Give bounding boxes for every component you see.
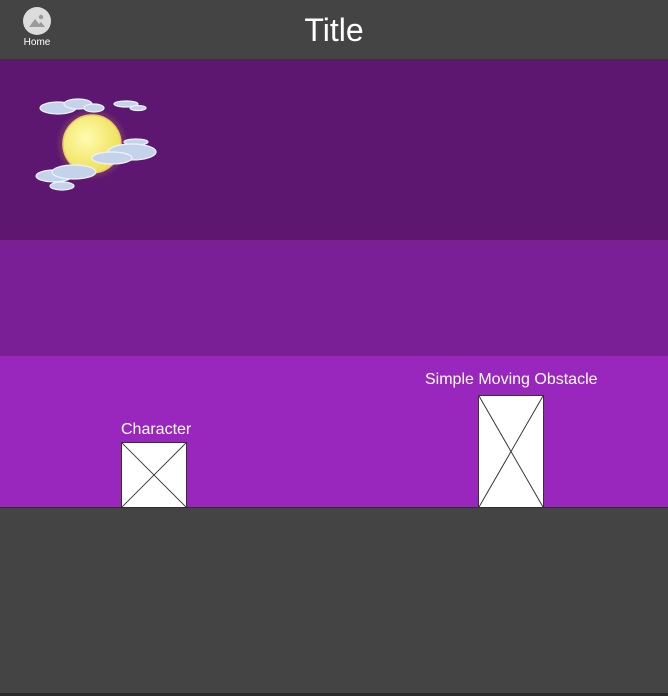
midground-layer xyxy=(0,240,668,356)
top-bar: Home Title xyxy=(0,0,668,60)
moving-obstacle-sprite[interactable] xyxy=(478,395,544,508)
page-title: Title xyxy=(304,12,364,48)
floor-area xyxy=(0,507,668,694)
moon-icon xyxy=(28,92,162,198)
obstacle-label: Simple Moving Obstacle xyxy=(425,371,598,388)
character-sprite[interactable] xyxy=(121,442,187,508)
character-label: Character xyxy=(121,421,192,438)
